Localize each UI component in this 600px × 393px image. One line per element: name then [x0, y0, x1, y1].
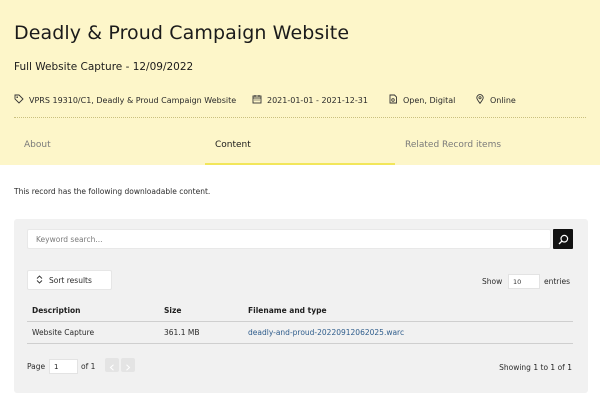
- showing-to: 1: [550, 363, 556, 372]
- next-page-button[interactable]: [121, 358, 135, 372]
- entries-per-page-input[interactable]: [508, 274, 540, 289]
- tab-content[interactable]: Content: [215, 140, 251, 150]
- meta-series-text: VPRS 19310/C1, Deadly & Proud Campaign W…: [29, 95, 237, 105]
- page-number-input[interactable]: [49, 359, 78, 374]
- cell-description: Website Capture: [32, 328, 95, 337]
- showing-total: 1: [567, 363, 572, 372]
- record-header: Deadly & Proud Campaign Website Full Web…: [0, 0, 600, 165]
- search-icon: [558, 230, 569, 249]
- showing-of-word: of: [557, 363, 565, 372]
- meta-access: Open, Digital: [388, 94, 455, 106]
- content-intro: This record has the following downloadab…: [14, 187, 211, 196]
- active-tab-indicator: [205, 163, 395, 165]
- showing-summary: Showing 1 to 1 of 1: [499, 363, 572, 372]
- sort-results-label: Sort results: [49, 275, 92, 285]
- content-panel: Sort results Show entries Description Si…: [14, 219, 588, 393]
- meta-date-range: 2021-01-01 - 2021-12-31: [252, 94, 368, 106]
- column-header-filename: Filename and type: [248, 306, 327, 315]
- document-icon: [388, 94, 398, 106]
- sort-results-button[interactable]: Sort results: [27, 270, 112, 290]
- page-label: Page: [27, 362, 46, 371]
- column-header-description: Description: [32, 306, 81, 315]
- showing-prefix: Showing: [499, 363, 531, 372]
- meta-access-text: Open, Digital: [403, 95, 456, 105]
- page-title: Deadly & Proud Campaign Website: [14, 22, 350, 44]
- table-header-divider: [27, 321, 573, 322]
- cell-size: 361.1 MB: [164, 328, 200, 337]
- tab-about[interactable]: About: [24, 140, 51, 150]
- keyword-search-input[interactable]: [27, 229, 551, 249]
- tab-related-record-items[interactable]: Related Record items: [405, 140, 501, 150]
- chevron-left-icon: [109, 356, 115, 375]
- tag-icon: [14, 94, 24, 106]
- page-subtitle: Full Website Capture - 12/09/2022: [14, 61, 194, 73]
- meta-series: VPRS 19310/C1, Deadly & Proud Campaign W…: [14, 94, 236, 106]
- meta-date-text: 2021-01-01 - 2021-12-31: [267, 95, 368, 105]
- showing-to-word: to: [540, 363, 549, 372]
- previous-page-button[interactable]: [105, 358, 119, 372]
- location-pin-icon: [475, 94, 485, 106]
- meta-location: Online: [475, 94, 516, 106]
- calendar-icon: [252, 94, 262, 106]
- chevron-right-icon: [125, 356, 131, 375]
- entries-label: entries: [544, 277, 570, 286]
- page-of-label: of 1: [81, 362, 96, 371]
- column-header-size: Size: [164, 306, 182, 315]
- file-download-link[interactable]: deadly-and-proud-20220912062025.warc: [248, 328, 404, 337]
- showing-from: 1: [533, 363, 539, 372]
- sort-icon: [36, 274, 43, 286]
- show-label: Show: [482, 277, 503, 286]
- search-button[interactable]: [553, 229, 573, 249]
- meta-location-text: Online: [490, 95, 516, 105]
- header-divider: [14, 117, 586, 118]
- table-row-divider: [27, 343, 573, 344]
